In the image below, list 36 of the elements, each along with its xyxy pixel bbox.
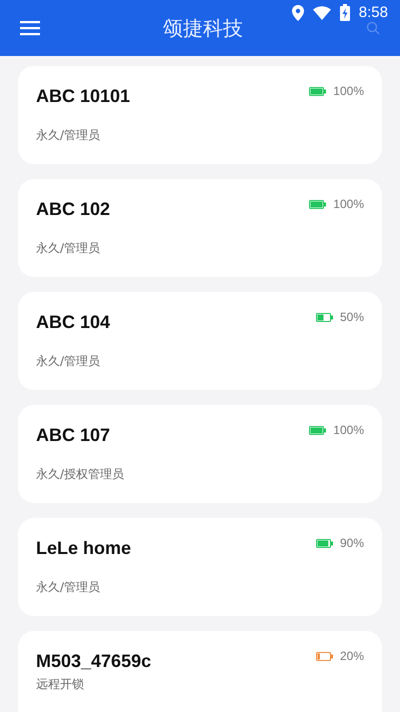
lock-access: 永久/管理员 (36, 127, 102, 144)
lock-name: ABC 107 (36, 425, 110, 446)
lock-access: 永久/管理员 (36, 240, 102, 257)
lock-card[interactable]: ABC 107 100% 永久/授权管理员 (18, 405, 382, 503)
lock-card[interactable]: ABC 104 50% 永久/管理员 (18, 292, 382, 390)
battery-percent: 100% (333, 197, 364, 211)
battery-percent: 100% (333, 84, 364, 98)
status-time: 8:58 (358, 4, 388, 21)
lock-access: 远程开锁 (36, 676, 85, 693)
lock-card[interactable]: ABC 102 100% 永久/管理员 (18, 179, 382, 277)
battery-icon (316, 538, 334, 548)
lock-card[interactable]: LeLe home 90% 永久/管理员 (18, 518, 382, 616)
battery-percent: 90% (340, 536, 364, 550)
battery-icon (316, 312, 334, 322)
battery-charging-icon (340, 4, 350, 21)
lock-card[interactable]: M503_47659c 20% 远程开锁 (18, 631, 382, 712)
battery-icon (309, 200, 328, 208)
app-title: 颂捷科技 (163, 14, 243, 42)
lock-name: M503_47659c (36, 651, 152, 672)
wifi-icon (312, 6, 331, 20)
lock-card[interactable]: ABC 10101 100% 永久/管理员 (18, 66, 382, 164)
lock-name: ABC 104 (36, 312, 110, 333)
lock-name: ABC 10101 (36, 86, 130, 107)
menu-icon[interactable] (20, 20, 40, 36)
lock-access: 永久/管理员 (36, 353, 102, 370)
lock-access: 永久/管理员 (36, 579, 102, 596)
battery-percent: 50% (340, 310, 364, 324)
location-icon (292, 4, 304, 20)
lock-name: LeLe home (36, 538, 132, 559)
lock-access: 永久/授权管理员 (36, 466, 126, 483)
battery-icon (309, 86, 328, 96)
battery-icon (309, 426, 328, 434)
battery-icon (316, 652, 334, 660)
battery-percent: 100% (333, 423, 364, 437)
lock-name: ABC 102 (36, 199, 110, 220)
battery-percent: 20% (340, 649, 364, 663)
